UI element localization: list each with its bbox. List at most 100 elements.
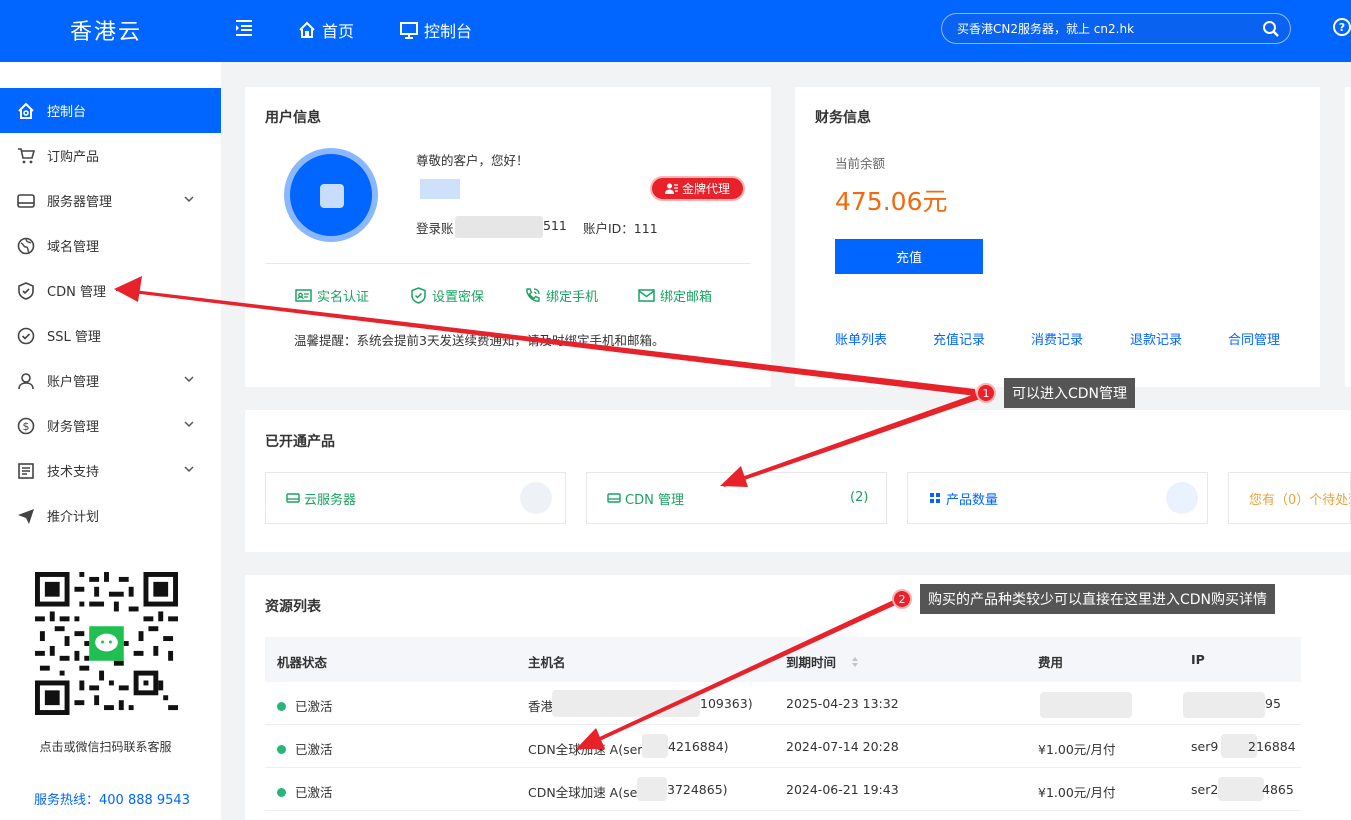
server-icon (17, 193, 35, 208)
avatar-blur (320, 184, 344, 208)
hostname-cell: CDN全球加速 A(ser (528, 785, 643, 800)
hotline[interactable]: 服务热线：400 888 9543 (34, 789, 190, 808)
sidebar-item-servers[interactable]: 服务器管理 (0, 178, 221, 223)
bind-email-label: 绑定邮箱 (660, 290, 713, 305)
product-chart-placeholder (1166, 482, 1198, 514)
bind-phone-link[interactable]: 绑定手机 (524, 286, 598, 305)
fee-cell: ¥1.00元/月付 (1038, 742, 1116, 757)
ip-tail: 4865 (1262, 782, 1294, 797)
ip-head: ser2 (1191, 782, 1219, 797)
nav-home[interactable]: 首页 (298, 18, 354, 42)
search-box (941, 13, 1291, 44)
sidebar-item-label: 服务器管理 (47, 195, 113, 210)
wechat-qr-code[interactable] (35, 572, 178, 715)
hostname-tail: 109363) (700, 696, 753, 711)
recharge-button[interactable]: 充值 (835, 239, 983, 274)
contract-management-link[interactable]: 合同管理 (1228, 329, 1280, 348)
security-question-link[interactable]: 设置密保 (410, 286, 484, 305)
help-icon[interactable]: ? (1333, 18, 1351, 36)
balance-amount: 475.06元 (835, 187, 948, 216)
status-label: 已激活 (295, 699, 333, 714)
status-dot (277, 788, 286, 797)
sidebar-item-support[interactable]: 技术支持 (0, 448, 221, 493)
bind-email-link[interactable]: 绑定邮箱 (638, 286, 712, 305)
product-cloud-server[interactable]: 云服务器 (265, 472, 566, 524)
avatar[interactable] (284, 148, 378, 242)
resources-title: 资源列表 (265, 599, 321, 615)
sidebar-item-ssl[interactable]: SSL 管理 (0, 313, 221, 358)
sidebar-item-console[interactable]: 控制台 (0, 88, 221, 133)
menu-toggle-icon[interactable] (235, 19, 253, 37)
sidebar-item-label: 域名管理 (47, 240, 100, 255)
realname-link[interactable]: 实名认证 (295, 286, 369, 305)
expire-cell: 2024-07-14 20:28 (786, 739, 899, 754)
col-status: 机器状态 (277, 655, 328, 670)
hostname-redacted (637, 777, 667, 801)
hostname-tail: 4216884) (668, 739, 729, 754)
sidebar-item-label: 账户管理 (47, 375, 100, 390)
col-hostname: 主机名 (528, 655, 566, 670)
home-icon (299, 21, 315, 38)
account-id: 账户ID：111 (583, 221, 658, 236)
svg-text:$: $ (23, 420, 30, 433)
col-expire[interactable]: 到期时间 (786, 652, 860, 671)
expire-cell: 2025-04-23 13:32 (786, 696, 899, 711)
table-row[interactable]: 已激活 香港 109363) 2025-04-23 13:32 95 (265, 682, 1301, 725)
sidebar-item-label: CDN 管理 (47, 285, 106, 300)
hostname-cell: 香港 (528, 699, 554, 714)
sidebar-item-cdn[interactable]: CDN 管理 (0, 268, 221, 313)
fee-redacted (1040, 692, 1132, 718)
sidebar-item-label: 推介计划 (47, 510, 100, 525)
monitor-icon (400, 22, 418, 39)
brand-logo[interactable]: 香港云 (70, 14, 142, 46)
sidebar-item-finance[interactable]: $ 财务管理 (0, 403, 221, 448)
login-account-label: 登录账 (416, 221, 454, 236)
sidebar-item-label: 技术支持 (47, 465, 100, 480)
balance-label: 当前余额 (835, 156, 886, 171)
sidebar-item-label: SSL 管理 (47, 330, 101, 345)
sidebar-item-order[interactable]: 订购产品 (0, 133, 221, 178)
sidebar: 控制台 订购产品 服务器管理 域名管理 CDN 管理 SSL 管理 账户管理 $… (0, 62, 221, 820)
login-account-redacted (455, 216, 543, 238)
list-icon (18, 462, 34, 479)
ip-tail: 95 (1265, 696, 1281, 711)
server-icon (286, 493, 300, 503)
product-cdn[interactable]: CDN 管理 (2) (586, 472, 887, 524)
bill-list-link[interactable]: 账单列表 (835, 329, 887, 348)
svg-text:?: ? (1339, 21, 1345, 34)
table-row[interactable]: 已激活 CDN全球加速 A(ser 4216884) 2024-07-14 20… (265, 725, 1301, 768)
sidebar-item-label: 控制台 (47, 105, 87, 120)
product-chart-placeholder (520, 482, 552, 514)
sort-icon[interactable] (850, 656, 860, 668)
status-cell: 已激活 (277, 696, 333, 715)
finance-title: 财务信息 (815, 110, 871, 126)
qr-tip: 点击或微信扫码联系客服 (39, 740, 172, 754)
product-label: 云服务器 (304, 492, 357, 508)
badge-label: 金牌代理 (681, 182, 730, 196)
ip-tail: 216884 (1248, 739, 1296, 754)
annotation-label-1: 可以进入CDN管理 (1004, 378, 1136, 408)
consumption-records-link[interactable]: 消费记录 (1031, 329, 1083, 348)
security-question-label: 设置密保 (432, 290, 485, 305)
search-icon[interactable] (1262, 20, 1280, 38)
table-header: 机器状态 主机名 到期时间 费用 IP (265, 637, 1301, 682)
search-input[interactable] (942, 14, 1242, 43)
product-label: CDN 管理 (625, 492, 684, 508)
recharge-records-link[interactable]: 充值记录 (933, 329, 985, 348)
status-label: 已激活 (295, 785, 333, 800)
sidebar-item-account[interactable]: 账户管理 (0, 358, 221, 403)
annotation-marker-2: 2 (892, 589, 912, 609)
pending-card[interactable]: 您有（0）个待处理 (1228, 472, 1351, 524)
fee-cell: ¥1.00元/月付 (1038, 785, 1116, 800)
user-icon (18, 372, 34, 389)
hostname-cell: CDN全球加速 A(ser (528, 742, 643, 757)
sidebar-item-referral[interactable]: 推介计划 (0, 493, 221, 538)
refund-records-link[interactable]: 退款记录 (1130, 329, 1182, 348)
product-count-card[interactable]: 产品数量 (907, 472, 1208, 524)
table-row[interactable]: 已激活 CDN全球加速 A(ser 3724865) 2024-06-21 19… (265, 768, 1301, 811)
chevron-down-icon (184, 196, 194, 203)
reminder-tip: 温馨提醒：系统会提前3天发送续费通知，请及时绑定手机和邮箱。 (294, 333, 665, 348)
realname-label: 实名认证 (317, 290, 370, 305)
nav-console[interactable]: 控制台 (400, 18, 472, 42)
sidebar-item-domains[interactable]: 域名管理 (0, 223, 221, 268)
